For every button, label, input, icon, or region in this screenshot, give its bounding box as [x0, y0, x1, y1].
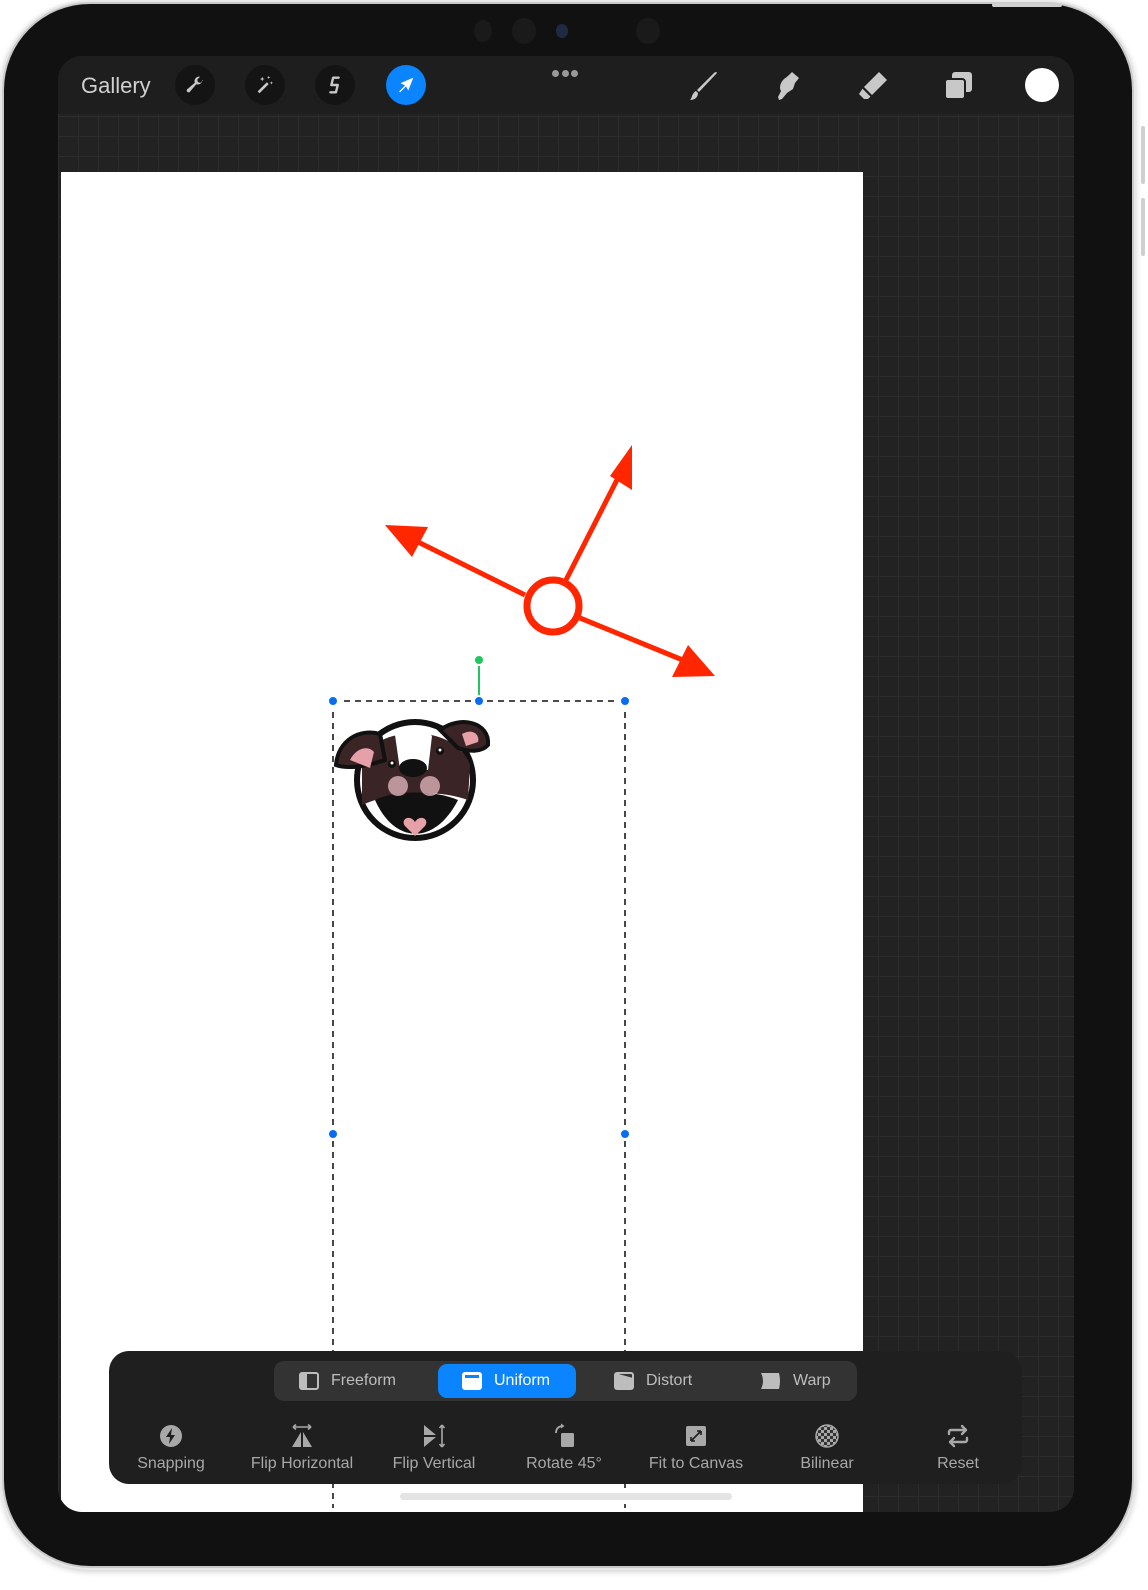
- volume-up-button: [1141, 126, 1145, 184]
- distort-icon: [614, 1372, 634, 1390]
- erase-button[interactable]: [853, 66, 893, 106]
- color-picker-button[interactable]: [1025, 68, 1059, 102]
- screen: Gallery: [58, 56, 1074, 1512]
- actions-button[interactable]: [175, 65, 215, 105]
- fit-to-canvas-button[interactable]: Fit to Canvas: [631, 1423, 761, 1473]
- selection-icon: [329, 76, 340, 94]
- snapping-bolt-icon: [160, 1425, 182, 1447]
- transform-arrow-icon: [399, 77, 414, 93]
- top-button: [992, 3, 1062, 7]
- smudge-icon: [778, 72, 799, 100]
- paint-button[interactable]: [683, 66, 723, 106]
- freeform-icon: [299, 1372, 319, 1390]
- layers-button[interactable]: [938, 66, 978, 106]
- mode-distort[interactable]: Distort: [614, 1364, 744, 1398]
- front-camera: [556, 24, 568, 38]
- sensor: [512, 18, 536, 44]
- layers-icon: [944, 72, 972, 100]
- adjustments-button[interactable]: [245, 65, 285, 105]
- snapping-button[interactable]: Snapping: [106, 1423, 236, 1473]
- more-options-button[interactable]: [552, 70, 578, 78]
- volume-down-button: [1141, 198, 1145, 256]
- warp-icon: [761, 1373, 780, 1389]
- sensor: [636, 18, 660, 44]
- rotate-icon: [555, 1423, 574, 1447]
- rotate-45-button[interactable]: Rotate 45°: [499, 1423, 629, 1473]
- eraser-icon: [859, 72, 887, 99]
- ellipsis-icon: [552, 70, 559, 77]
- wrench-icon: [186, 76, 204, 93]
- bilinear-icon: [815, 1424, 839, 1448]
- mode-uniform[interactable]: Uniform: [438, 1364, 576, 1398]
- smudge-button[interactable]: [768, 66, 808, 106]
- flip-horizontal-icon: [292, 1423, 312, 1447]
- fit-to-canvas-icon: [686, 1426, 706, 1446]
- flip-horizontal-button[interactable]: Flip Horizontal: [237, 1423, 367, 1473]
- reset-icon: [947, 1424, 969, 1448]
- reset-button[interactable]: Reset: [893, 1423, 1023, 1473]
- bilinear-button[interactable]: Bilinear: [762, 1423, 892, 1473]
- transform-button[interactable]: [386, 65, 426, 105]
- gallery-button[interactable]: Gallery: [81, 73, 151, 99]
- mode-warp[interactable]: Warp: [759, 1364, 849, 1398]
- flip-vertical-button[interactable]: Flip Vertical: [369, 1423, 499, 1473]
- selection-button[interactable]: [315, 65, 355, 105]
- mode-freeform[interactable]: Freeform: [299, 1364, 429, 1398]
- transform-mode-segmented-control: Freeform Uniform Distort Warp: [274, 1361, 857, 1401]
- brush-icon: [690, 72, 717, 100]
- sensor: [474, 20, 492, 42]
- home-indicator[interactable]: [400, 1493, 732, 1500]
- top-toolbar: Gallery: [58, 56, 1074, 114]
- drawing-canvas[interactable]: [61, 172, 863, 1512]
- uniform-icon: [462, 1372, 482, 1390]
- magic-wand-icon: [257, 75, 273, 94]
- flip-vertical-icon: [424, 1424, 446, 1448]
- transform-panel: Freeform Uniform Distort Warp Snapping F…: [109, 1351, 1022, 1484]
